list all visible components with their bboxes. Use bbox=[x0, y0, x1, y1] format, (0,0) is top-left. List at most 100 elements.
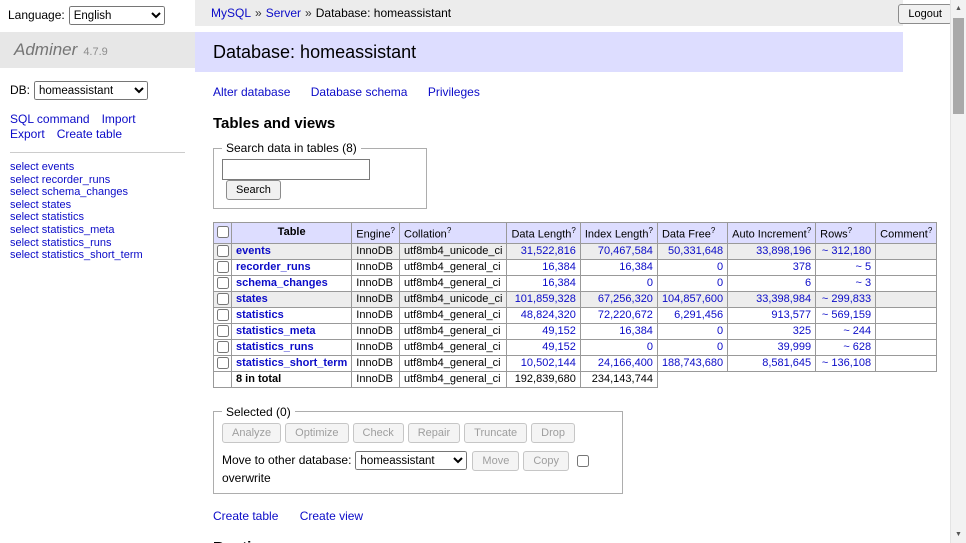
row-checkbox[interactable] bbox=[217, 309, 229, 321]
rows-count-link[interactable]: ~ 5 bbox=[856, 261, 872, 273]
index-length-link[interactable]: 0 bbox=[647, 341, 653, 353]
doc-question-icon[interactable]: ? bbox=[391, 226, 395, 235]
alter-database-link[interactable]: Alter database bbox=[213, 85, 290, 99]
rows-count-link[interactable]: ~ 312,180 bbox=[822, 245, 871, 257]
data-length-link[interactable]: 49,152 bbox=[542, 341, 576, 353]
create-table-link-sidebar[interactable]: Create table bbox=[57, 127, 122, 141]
data-length-link[interactable]: 31,522,816 bbox=[521, 245, 576, 257]
data-free-link[interactable]: 0 bbox=[717, 261, 723, 273]
index-length-link[interactable]: 16,384 bbox=[619, 261, 653, 273]
language-select[interactable]: English bbox=[69, 6, 165, 25]
data-length-link[interactable]: 49,152 bbox=[542, 325, 576, 337]
data-free-link[interactable]: 188,743,680 bbox=[662, 357, 723, 369]
rows-count-link[interactable]: ~ 244 bbox=[843, 325, 871, 337]
index-length-link[interactable]: 16,384 bbox=[619, 325, 653, 337]
scrollbar-thumb[interactable] bbox=[953, 18, 964, 114]
data-length-link[interactable]: 10,502,144 bbox=[521, 357, 576, 369]
create-table-link[interactable]: Create table bbox=[213, 509, 278, 523]
create-view-link[interactable]: Create view bbox=[300, 509, 363, 523]
breadcrumb-server-link[interactable]: Server bbox=[266, 6, 301, 20]
sidebar-item-select-states[interactable]: select states bbox=[10, 199, 185, 212]
breadcrumb-mysql-link[interactable]: MySQL bbox=[211, 6, 251, 20]
table-name-link[interactable]: statistics_meta bbox=[236, 325, 316, 337]
auto-increment-link[interactable]: 325 bbox=[793, 325, 811, 337]
doc-question-icon[interactable]: ? bbox=[711, 226, 715, 235]
table-name-link[interactable]: statistics_short_term bbox=[236, 357, 347, 369]
rows-count-link[interactable]: ~ 136,108 bbox=[822, 357, 871, 369]
index-length-link[interactable]: 24,166,400 bbox=[598, 357, 653, 369]
table-name-link[interactable]: states bbox=[236, 293, 268, 305]
data-length-link[interactable]: 101,859,328 bbox=[515, 293, 576, 305]
data-free-link[interactable]: 0 bbox=[717, 325, 723, 337]
repair-button[interactable]: Repair bbox=[408, 423, 460, 443]
overwrite-checkbox[interactable] bbox=[577, 455, 589, 467]
data-length-link[interactable]: 16,384 bbox=[542, 261, 576, 273]
check-button[interactable]: Check bbox=[353, 423, 404, 443]
db-select[interactable]: homeassistant bbox=[34, 81, 148, 100]
row-checkbox[interactable] bbox=[217, 293, 229, 305]
auto-increment-link[interactable]: 33,898,196 bbox=[756, 245, 811, 257]
data-length-link[interactable]: 16,384 bbox=[542, 277, 576, 289]
auto-increment-link[interactable]: 33,398,984 bbox=[756, 293, 811, 305]
doc-question-icon[interactable]: ? bbox=[571, 226, 575, 235]
rows-count-link[interactable]: ~ 3 bbox=[856, 277, 872, 289]
copy-button[interactable]: Copy bbox=[523, 451, 569, 471]
doc-question-icon[interactable]: ? bbox=[447, 226, 451, 235]
index-length-link[interactable]: 72,220,672 bbox=[598, 309, 653, 321]
sidebar-item-select-statistics-meta[interactable]: select statistics_meta bbox=[10, 224, 185, 237]
auto-increment-link[interactable]: 39,999 bbox=[778, 341, 812, 353]
doc-question-icon[interactable]: ? bbox=[648, 226, 652, 235]
index-length-link[interactable]: 67,256,320 bbox=[598, 293, 653, 305]
scroll-up-icon[interactable]: ▲ bbox=[951, 0, 966, 17]
row-checkbox[interactable] bbox=[217, 357, 229, 369]
table-name-link[interactable]: recorder_runs bbox=[236, 261, 311, 273]
move-button[interactable]: Move bbox=[472, 451, 519, 471]
sidebar-item-select-events[interactable]: select events bbox=[10, 161, 185, 174]
index-length-link[interactable]: 70,467,584 bbox=[598, 245, 653, 257]
table-name-link[interactable]: statistics_runs bbox=[236, 341, 314, 353]
doc-question-icon[interactable]: ? bbox=[928, 226, 932, 235]
move-db-select[interactable]: homeassistant bbox=[355, 451, 467, 470]
sql-command-link[interactable]: SQL command bbox=[10, 112, 90, 126]
row-checkbox[interactable] bbox=[217, 261, 229, 273]
data-free-link[interactable]: 6,291,456 bbox=[674, 309, 723, 321]
privileges-link[interactable]: Privileges bbox=[428, 85, 480, 99]
data-free-link[interactable]: 104,857,600 bbox=[662, 293, 723, 305]
auto-increment-link[interactable]: 6 bbox=[805, 277, 811, 289]
select-all-checkbox[interactable] bbox=[217, 226, 229, 238]
data-length-link[interactable]: 48,824,320 bbox=[521, 309, 576, 321]
data-free-link[interactable]: 0 bbox=[717, 341, 723, 353]
optimize-button[interactable]: Optimize bbox=[285, 423, 348, 443]
row-checkbox[interactable] bbox=[217, 245, 229, 257]
rows-count-link[interactable]: ~ 569,159 bbox=[822, 309, 871, 321]
row-checkbox[interactable] bbox=[217, 341, 229, 353]
truncate-button[interactable]: Truncate bbox=[464, 423, 527, 443]
row-checkbox[interactable] bbox=[217, 325, 229, 337]
search-input[interactable] bbox=[222, 159, 370, 180]
auto-increment-link[interactable]: 913,577 bbox=[771, 309, 811, 321]
analyze-button[interactable]: Analyze bbox=[222, 423, 281, 443]
search-button[interactable]: Search bbox=[226, 180, 281, 200]
row-checkbox[interactable] bbox=[217, 277, 229, 289]
rows-count-link[interactable]: ~ 628 bbox=[843, 341, 871, 353]
scrollbar[interactable]: ▲ ▼ bbox=[950, 0, 966, 543]
data-free-link[interactable]: 50,331,648 bbox=[668, 245, 723, 257]
auto-increment-link[interactable]: 378 bbox=[793, 261, 811, 273]
doc-question-icon[interactable]: ? bbox=[807, 226, 811, 235]
sidebar-item-select-schema-changes[interactable]: select schema_changes bbox=[10, 186, 185, 199]
drop-button[interactable]: Drop bbox=[531, 423, 575, 443]
doc-question-icon[interactable]: ? bbox=[848, 226, 852, 235]
auto-increment-link[interactable]: 8,581,645 bbox=[762, 357, 811, 369]
sidebar-item-select-statistics-short-term[interactable]: select statistics_short_term bbox=[10, 249, 185, 262]
scroll-down-icon[interactable]: ▼ bbox=[951, 526, 966, 543]
table-name-link[interactable]: events bbox=[236, 245, 271, 257]
import-link[interactable]: Import bbox=[102, 112, 136, 126]
sidebar-item-select-recorder-runs[interactable]: select recorder_runs bbox=[10, 174, 185, 187]
sidebar-item-select-statistics-runs[interactable]: select statistics_runs bbox=[10, 237, 185, 250]
database-schema-link[interactable]: Database schema bbox=[311, 85, 408, 99]
sidebar-item-select-statistics[interactable]: select statistics bbox=[10, 211, 185, 224]
rows-count-link[interactable]: ~ 299,833 bbox=[822, 293, 871, 305]
index-length-link[interactable]: 0 bbox=[647, 277, 653, 289]
export-link[interactable]: Export bbox=[10, 127, 45, 141]
data-free-link[interactable]: 0 bbox=[717, 277, 723, 289]
